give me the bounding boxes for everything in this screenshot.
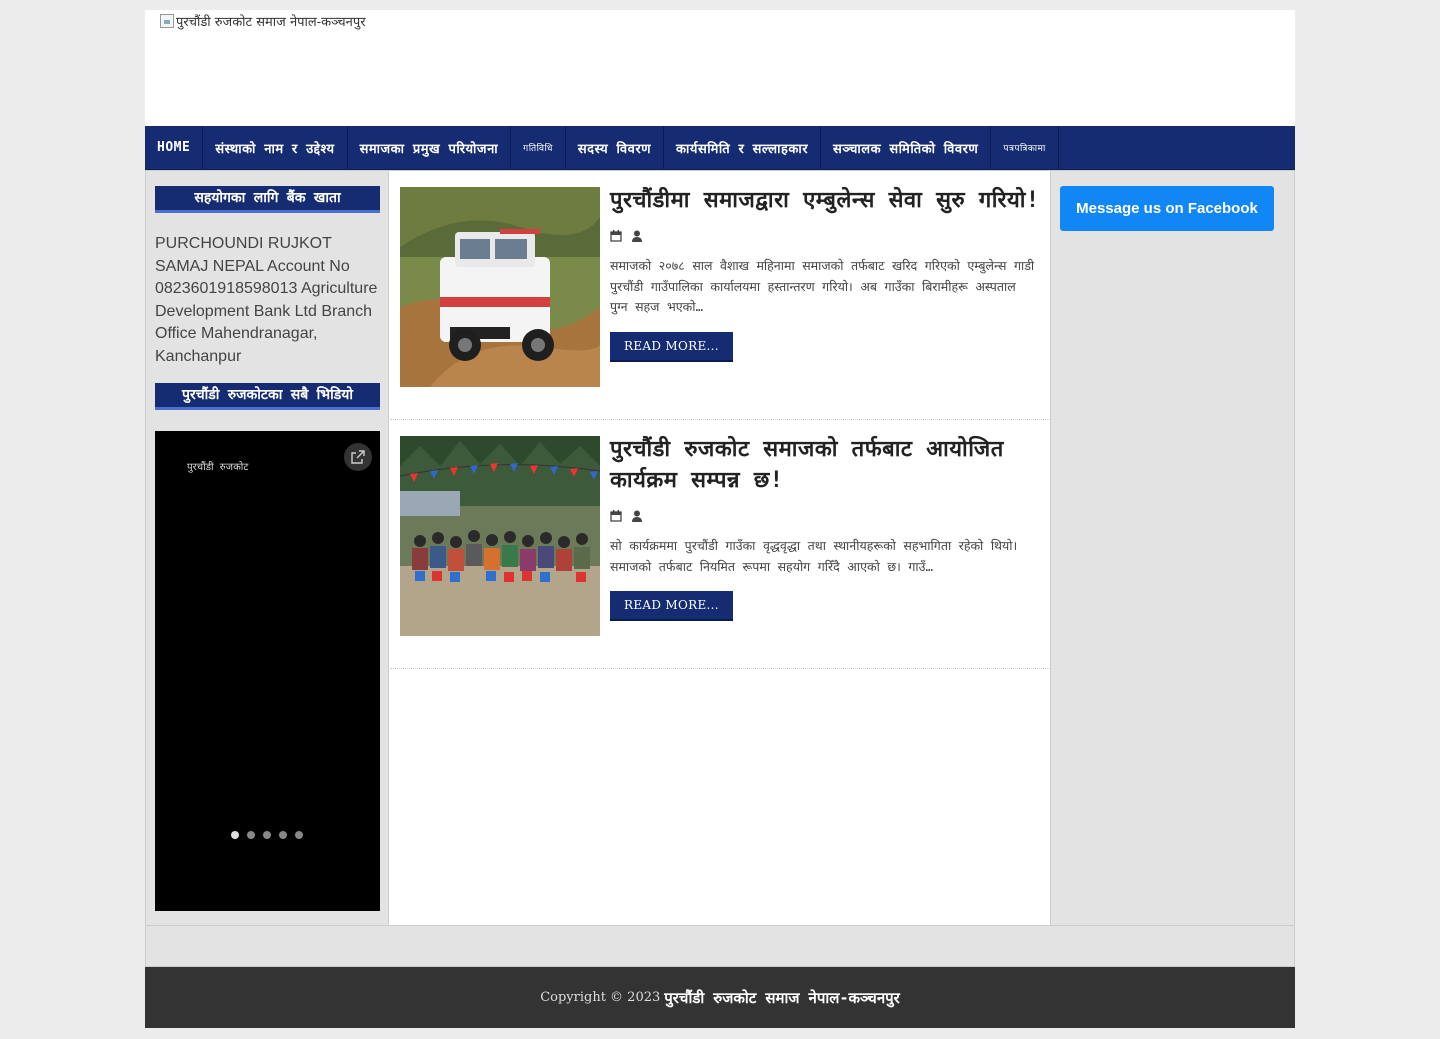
post-title-link[interactable]: पुरचौंडीमा समाजद्वारा एम्बुलेन्स सेवा सु… (610, 185, 1040, 216)
video-slide-dot[interactable] (279, 831, 287, 839)
site-logo-link[interactable]: पुरचौंडी रुजकोट समाज नेपाल-कञ्चनपुर (160, 12, 366, 30)
user-icon (632, 507, 642, 526)
logo-alt-text: पुरचौंडी रुजकोट समाज नेपाल-कञ्चनपुर (176, 15, 366, 30)
bank-account-details: PURCHOUNDI RUJKOT SAMAJ NEPAL Account No… (155, 235, 378, 365)
calendar-icon (610, 227, 622, 246)
nav-item-3[interactable]: समाजका प्रमुख परियोजना (348, 126, 512, 169)
post-body: पुरचौंडी रुजकोट समाजको तर्फबाट आयोजित का… (610, 434, 1040, 621)
nav-menu: HOME संस्थाको नाम र उद्देश्य समाजका प्रमुख… (145, 126, 1295, 169)
video-slide-dot[interactable] (231, 831, 239, 839)
post-thumbnail-gathering[interactable] (400, 436, 600, 636)
post-item: पुरचौंडीमा समाजद्वारा एम्बुलेन्स सेवा सु… (390, 171, 1050, 420)
main-content-area: सहयोगका लागि बैंक खाता PURCHOUNDI RUJKOT… (145, 170, 1295, 926)
post-title-link[interactable]: पुरचौंडी रुजकोट समाजको तर्फबाट आयोजित का… (610, 434, 1040, 496)
nav-item-4[interactable]: गतिविधि (511, 126, 566, 169)
footer-site-link[interactable]: पुरचौंडी रुजकोट समाज नेपाल-कञ्चनपुर (664, 988, 900, 1008)
video-embed[interactable]: पुरचौंडी रुजकोट (155, 431, 380, 911)
nav-item-1[interactable]: HOME (145, 126, 204, 169)
user-icon (632, 227, 642, 246)
message-facebook-button[interactable]: Message us on Facebook (1060, 186, 1274, 231)
site-header: पुरचौंडी रुजकोट समाज नेपाल-कञ्चनपुर (145, 10, 1295, 126)
read-more-button[interactable]: READ MORE... (610, 591, 733, 621)
footer-widget-area (145, 926, 1295, 967)
post-thumbnail-ambulance[interactable] (400, 187, 600, 387)
post-excerpt: समाजको २०७८ साल वैशाख महिनामा समाजको तर्… (610, 258, 1035, 314)
read-more-button[interactable]: READ MORE... (610, 331, 733, 362)
main-navigation: HOME संस्थाको नाम र उद्देश्य समाजका प्रमुख… (145, 126, 1295, 170)
post-excerpt: सो कार्यक्रममा पुरचौंडी गाउँका वृद्धवृद्… (610, 538, 1018, 574)
nav-item-5[interactable]: सदस्य विवरण (566, 126, 665, 169)
video-slide-dots (231, 831, 303, 839)
site-footer: Copyright © 2023 पुरचौंडी रुजकोट समाज ने… (145, 967, 1295, 1028)
nav-item-2[interactable]: संस्थाको नाम र उद्देश्य (203, 126, 348, 169)
broken-image-icon (160, 14, 174, 28)
post-body: पुरचौंडीमा समाजद्वारा एम्बुलेन्स सेवा सु… (610, 185, 1040, 362)
calendar-icon (610, 507, 622, 526)
nav-item-8[interactable]: पत्रपत्रिकामा (991, 126, 1059, 169)
post-meta (610, 228, 1040, 244)
video-slide-dot[interactable] (263, 831, 271, 839)
left-sidebar: सहयोगका लागि बैंक खाता PURCHOUNDI RUJKOT… (146, 171, 389, 925)
bank-account-widget-title: सहयोगका लागि बैंक खाता (155, 186, 380, 213)
video-widget-title: पुरचौंडी रुजकोटका सबै भिडियो (155, 383, 380, 410)
post-item: पुरचौंडी रुजकोट समाजको तर्फबाट आयोजित का… (390, 420, 1050, 669)
post-list: पुरचौंडीमा समाजद्वारा एम्बुलेन्स सेवा सु… (390, 171, 1051, 925)
post-meta (610, 508, 1040, 524)
video-slide-dot[interactable] (247, 831, 255, 839)
right-sidebar: Message us on Facebook (1051, 171, 1294, 925)
video-slide-dot[interactable] (295, 831, 303, 839)
open-external-icon[interactable] (344, 443, 372, 471)
video-caption: पुरचौंडी रुजकोट (187, 462, 249, 473)
nav-item-6[interactable]: कार्यसमिति र सल्लाहकार (664, 126, 822, 169)
nav-item-7[interactable]: सञ्चालक समितिको विवरण (821, 126, 992, 169)
copyright-text: Copyright © 2023 (540, 990, 661, 1005)
